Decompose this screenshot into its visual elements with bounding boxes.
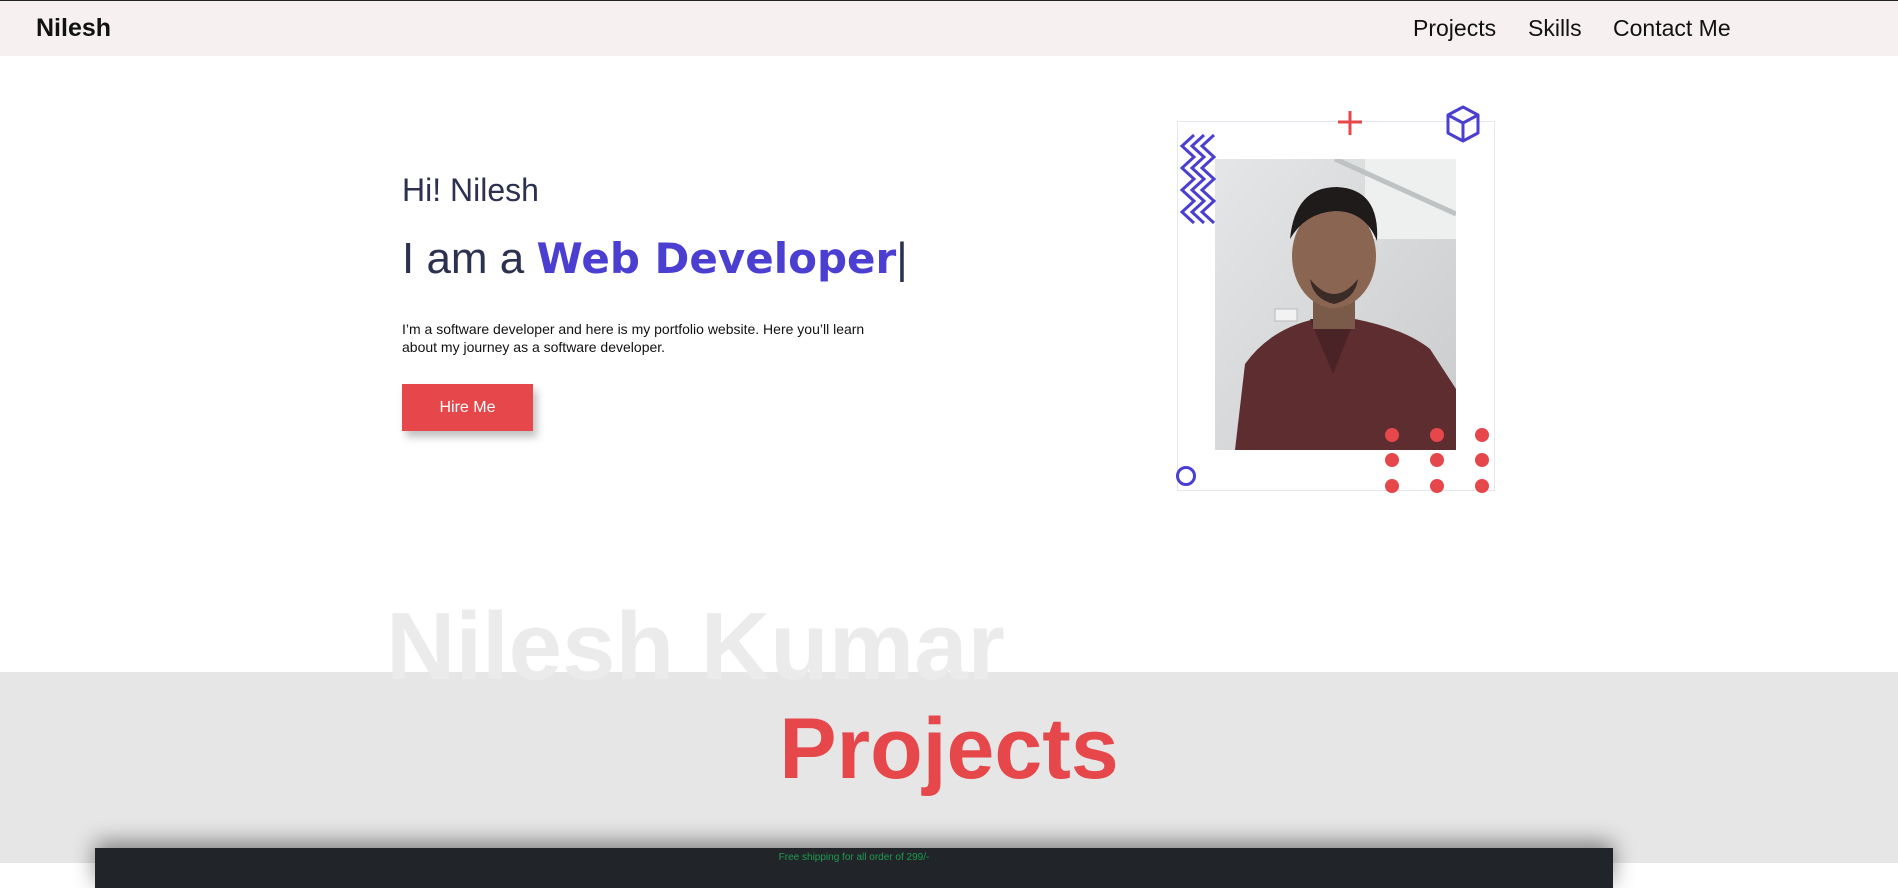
nav-link-projects[interactable]: Projects (1413, 15, 1496, 42)
cube-icon (1446, 105, 1480, 143)
dot-grid-icon (1385, 428, 1489, 493)
project-preview-banner: Free shipping for all order of 299/- (778, 852, 930, 863)
hero-greeting: Hi! Nilesh (402, 172, 539, 208)
circle-icon (1176, 466, 1196, 486)
profile-photo (1215, 159, 1456, 450)
plus-icon (1338, 111, 1362, 135)
nav-link-contact[interactable]: Contact Me (1613, 15, 1731, 42)
project-card-preview[interactable]: Free shipping for all order of 299/- (95, 848, 1613, 888)
hero-title: I am a Web Developer| (402, 234, 908, 284)
zigzag-icon (1179, 133, 1217, 225)
projects-heading: Projects (779, 701, 1119, 797)
hero-description: I’m a software developer and here is my … (402, 321, 865, 355)
typing-caret: | (896, 234, 908, 283)
hero-title-prefix: I am a (402, 234, 537, 283)
profile-photo-illustration (1215, 159, 1456, 450)
name-watermark: Nilesh Kumar (386, 593, 1005, 700)
brand-logo[interactable]: Nilesh (36, 14, 111, 43)
hero-role: Web Developer (536, 234, 897, 283)
hire-me-button[interactable]: Hire Me (402, 384, 533, 431)
nav-link-skills[interactable]: Skills (1528, 15, 1582, 42)
navbar: Nilesh Projects Skills Contact Me (0, 1, 1898, 56)
